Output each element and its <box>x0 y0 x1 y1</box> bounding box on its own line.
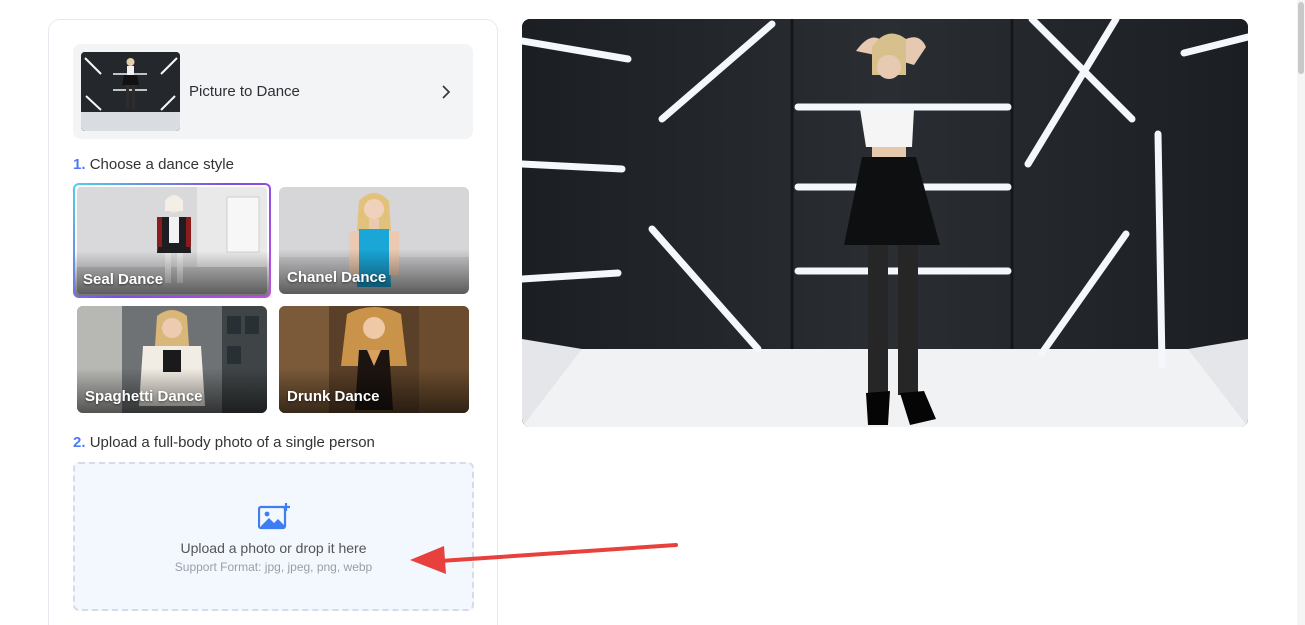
page: Picture to Dance 1. Choose a dance style <box>0 0 1305 625</box>
style-name: Seal Dance <box>83 271 164 288</box>
step2-title: 2. Upload a full-body photo of a single … <box>73 434 375 451</box>
red-arrow-annotation <box>410 543 678 574</box>
image-add-icon <box>258 503 290 530</box>
preview-video[interactable] <box>522 19 1248 427</box>
step1-number: 1. <box>73 156 86 173</box>
mode-thumbnail <box>81 52 180 131</box>
step1-title: 1. Choose a dance style <box>73 156 234 173</box>
style-name: Drunk Dance <box>287 388 380 405</box>
step2-number: 2. <box>73 434 86 451</box>
style-name: Chanel Dance <box>287 269 387 286</box>
style-card-drunk-dance[interactable]: Drunk Dance <box>279 306 469 413</box>
step2-text: Upload a full-body photo of a single per… <box>89 434 375 451</box>
scrollbar-thumb[interactable] <box>1298 2 1304 74</box>
style-card-chanel-dance[interactable]: Chanel Dance <box>279 187 469 294</box>
page-scrollbar[interactable] <box>1297 0 1305 625</box>
style-name: Spaghetti Dance <box>85 388 203 405</box>
mode-selector[interactable]: Picture to Dance <box>73 44 473 139</box>
chevron-right-icon <box>442 84 451 99</box>
step1-text: Choose a dance style <box>89 156 234 173</box>
style-card-spaghetti-dance[interactable]: Spaghetti Dance <box>77 306 267 413</box>
style-card-seal-dance[interactable]: Seal Dance <box>73 183 271 298</box>
mode-label: Picture to Dance <box>189 83 300 100</box>
